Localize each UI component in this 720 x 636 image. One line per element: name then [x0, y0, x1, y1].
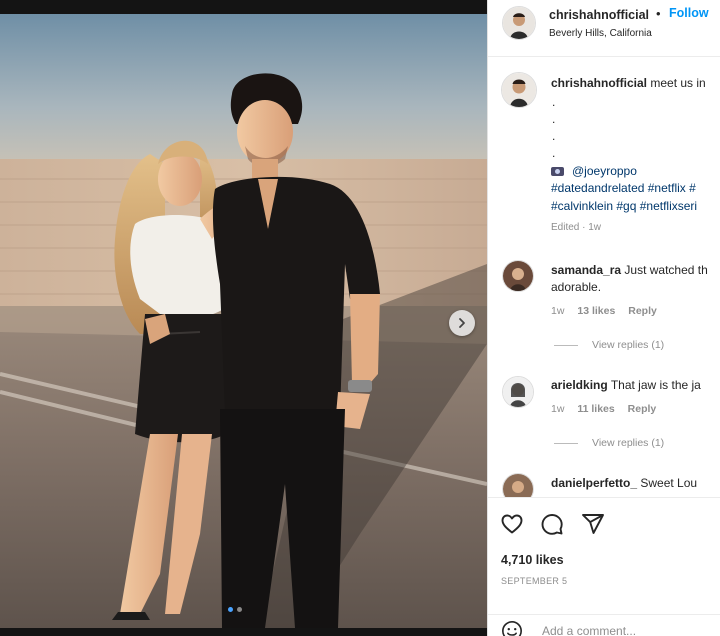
- mention-link[interactable]: @joeyroppo: [572, 164, 637, 178]
- commenter-avatar[interactable]: [502, 376, 534, 408]
- header-separator: •: [656, 6, 661, 21]
- heart-icon[interactable]: [500, 512, 524, 536]
- caption-bullets: . . . .: [552, 94, 555, 162]
- comment-username-link[interactable]: arieldking: [551, 378, 608, 392]
- share-icon[interactable]: [581, 512, 605, 536]
- comment-meta: 1w 13 likes Reply: [551, 305, 667, 317]
- view-replies-button[interactable]: View replies (1): [554, 437, 664, 449]
- comment-age: 1w: [551, 305, 565, 317]
- replies-divider: [554, 344, 578, 346]
- comment-text-continued: adorable.: [551, 280, 602, 294]
- caption-username-link[interactable]: chrishahnofficial: [551, 76, 647, 90]
- reply-button[interactable]: Reply: [628, 305, 657, 317]
- comment-likes[interactable]: 13 likes: [577, 305, 615, 317]
- comment-text: danielperfetto_ Sweet Lou: [551, 476, 698, 490]
- post-location-link[interactable]: Beverly Hills, California: [549, 28, 652, 39]
- photo-top-border: [0, 0, 487, 14]
- comment-age: 1w: [551, 403, 565, 415]
- comment-likes[interactable]: 11 likes: [577, 403, 614, 415]
- post-header: chrishahnofficial • Follow Beverly Hills…: [488, 0, 720, 57]
- carousel-dot-active: [228, 607, 233, 612]
- carousel-next-button[interactable]: [449, 310, 475, 336]
- comment-text: samanda_ra Just watched th: [551, 263, 708, 277]
- comment-username-link[interactable]: danielperfetto_: [551, 476, 637, 490]
- caption-text: meet us in: [650, 76, 706, 90]
- camera-emoji-icon: [551, 166, 564, 176]
- comment-meta: 1w 11 likes Reply: [551, 403, 666, 415]
- comment-icon[interactable]: [540, 512, 564, 536]
- carousel-dot: [237, 607, 242, 612]
- caption-edited-time: Edited · 1w: [551, 222, 602, 233]
- view-replies-button[interactable]: View replies (1): [554, 339, 664, 351]
- caption-bullet: .: [552, 129, 556, 143]
- add-comment-row: [488, 614, 720, 636]
- likes-count[interactable]: 4,710 likes: [501, 553, 564, 567]
- caption-bullet: .: [552, 95, 556, 109]
- hashtags-line[interactable]: #datedandrelated #netflix #: [551, 181, 696, 195]
- post-side-panel: chrishahnofficial • Follow Beverly Hills…: [487, 0, 720, 636]
- comment-text: arieldking That jaw is the ja: [551, 378, 701, 392]
- author-username-link[interactable]: chrishahnofficial: [549, 8, 649, 22]
- photo-bottom-border: [0, 628, 487, 636]
- caption-text-line: chrishahnofficial meet us in: [551, 76, 706, 90]
- chevron-right-icon: [459, 318, 465, 328]
- instagram-post: chrishahnofficial • Follow Beverly Hills…: [0, 0, 720, 636]
- replies-divider: [554, 442, 578, 444]
- emoji-smile-icon[interactable]: [501, 620, 523, 636]
- post-photo[interactable]: [0, 14, 487, 628]
- author-avatar[interactable]: [502, 6, 536, 40]
- follow-button[interactable]: Follow: [669, 6, 709, 20]
- add-comment-input[interactable]: [540, 621, 714, 636]
- hashtags-line[interactable]: #calvinklein #gq #netflixseri: [551, 199, 697, 213]
- caption-mention-row: @joeyroppo: [551, 164, 637, 178]
- carousel-dots: [228, 607, 242, 612]
- post-actions-section: 4,710 likes SEPTEMBER 5: [488, 497, 720, 636]
- commenter-avatar[interactable]: [502, 260, 534, 292]
- post-photo-area: [0, 0, 487, 636]
- comment-username-link[interactable]: samanda_ra: [551, 263, 621, 277]
- caption-author-avatar[interactable]: [501, 72, 537, 108]
- reply-button[interactable]: Reply: [628, 403, 657, 415]
- caption-bullet: .: [552, 146, 556, 160]
- caption-bullet: .: [552, 112, 556, 126]
- post-date: SEPTEMBER 5: [501, 576, 568, 586]
